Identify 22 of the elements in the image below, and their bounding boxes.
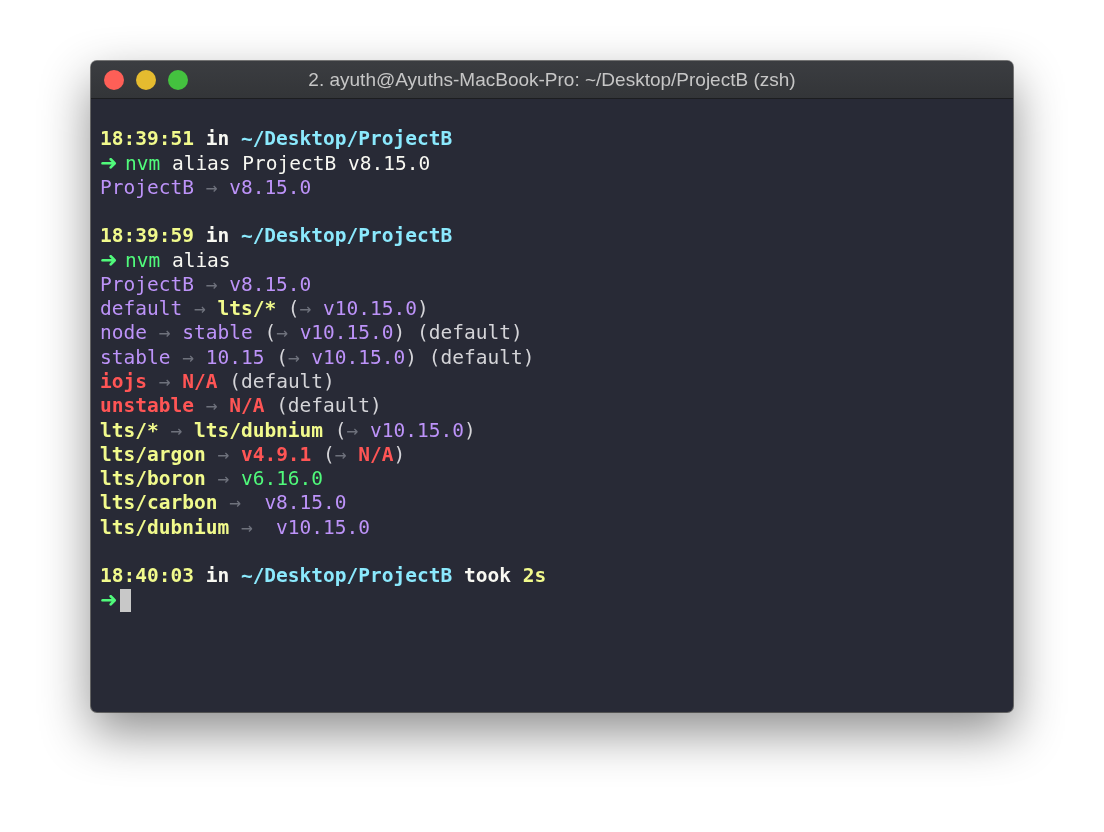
terminal-line: ➜ nvm alias ProjectB v8.15.0: [100, 150, 431, 177]
terminal-line: ProjectB → v8.15.0: [100, 272, 312, 298]
terminal-line: stable → 10.15 (→ v10.15.0) (default): [100, 345, 535, 370]
window-title: 2. ayuth@Ayuths-MacBook-Pro: ~/Desktop/ProjectB (zsh): [308, 68, 796, 91]
terminal-line: lts/dubnium → v10.15.0: [100, 515, 371, 541]
terminal-line: node → stable (→ v10.15.0) (default): [100, 321, 523, 346]
terminal-line: lts/argon → v4.9.1 (→ N/A): [100, 442, 406, 468]
terminal-line: iojs → N/A (default): [100, 369, 335, 395]
terminal-line: 18:39:51 in ~/Desktop/ProjectB: [100, 127, 453, 152]
terminal-line: default → lts/* (→ v10.15.0): [100, 297, 429, 322]
terminal-line: lts/carbon → v8.15.0: [100, 491, 347, 516]
terminal-line: unstable → N/A (default): [100, 394, 382, 419]
terminal-line: 18:40:03 in ~/Desktop/ProjectB took 2s: [100, 564, 547, 589]
minimize-button[interactable]: [136, 69, 156, 90]
close-button[interactable]: [104, 69, 124, 90]
terminal-line: 18:39:59 in ~/Desktop/ProjectB: [100, 224, 453, 249]
zoom-button[interactable]: [168, 69, 188, 90]
terminal-line: ➜ nvm alias: [100, 248, 231, 274]
terminal-line: ➜: [100, 588, 118, 614]
terminal-line: ProjectB → v8.15.0: [100, 175, 312, 200]
terminal-line: lts/* → lts/dubnium (→ v10.15.0): [100, 418, 476, 443]
terminal-line: lts/boron → v6.16.0: [100, 467, 324, 492]
